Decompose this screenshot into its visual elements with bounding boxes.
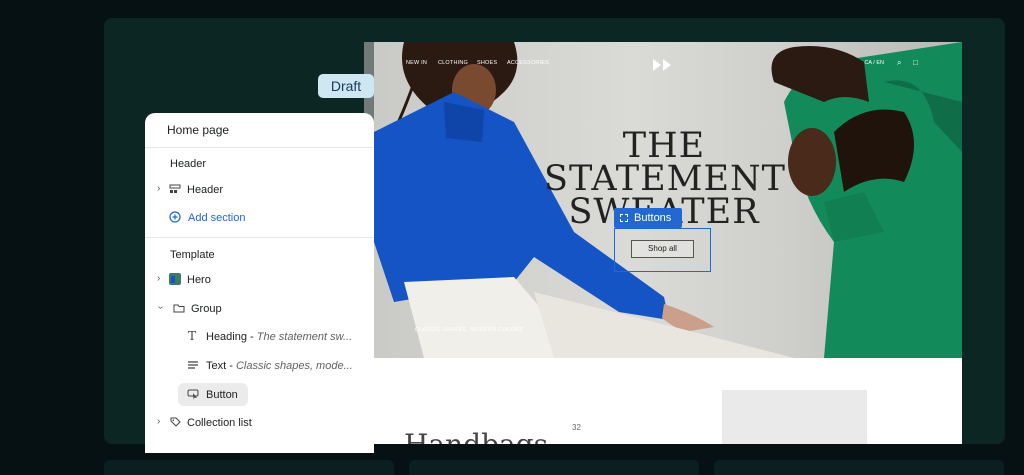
hero-thumbnail-icon: [169, 273, 181, 285]
store-preview: NEW IN CLOTHING SHOES ACCESSORIES CA / E…: [364, 42, 962, 444]
bottom-card: [714, 460, 1004, 475]
block-detail: Classic shapes, mode...: [235, 360, 353, 372]
block-type-label: Heading -: [206, 331, 254, 343]
add-section-label: Add section: [188, 212, 246, 224]
editor-sidebar: Home page Header › Header Add section Te…: [145, 113, 374, 453]
sidebar-item-header[interactable]: › Header: [145, 180, 374, 200]
sidebar-item-label: Hero: [187, 274, 211, 286]
add-circle-icon: [169, 211, 181, 223]
sidebar-item-label: Button: [206, 389, 238, 401]
page-title: Home page: [167, 123, 230, 137]
locale-selector[interactable]: CA / EN: [864, 60, 884, 66]
chevron-down-icon[interactable]: ›: [155, 306, 166, 309]
paragraph-icon: [188, 361, 198, 369]
nav-new-in[interactable]: NEW IN: [406, 60, 427, 66]
collection-count: 32: [572, 423, 581, 432]
sidebar-item-label: Heading - The statement sw...: [206, 331, 352, 343]
chevron-right-icon[interactable]: ›: [157, 416, 160, 427]
hero-banner: NEW IN CLOTHING SHOES ACCESSORIES CA / E…: [364, 42, 962, 358]
bottom-card: [409, 460, 699, 475]
nav-clothing[interactable]: CLOTHING: [438, 60, 468, 66]
divider: [145, 237, 374, 238]
section-heading-header: Header: [170, 158, 207, 170]
block-type-label: Text -: [206, 360, 233, 372]
search-icon[interactable]: ⌕: [897, 58, 901, 68]
sidebar-item-label: Collection list: [187, 417, 252, 429]
header-layout-icon: [169, 184, 181, 193]
chevron-right-icon[interactable]: ›: [157, 183, 160, 194]
divider: [145, 147, 374, 148]
sidebar-item-label: Header: [187, 184, 224, 196]
sidebar-item-label: Text - Classic shapes, mode...: [206, 360, 353, 372]
nav-shoes[interactable]: SHOES: [477, 60, 497, 66]
sidebar-item-button[interactable]: Button: [145, 385, 374, 405]
block-detail: The statement sw...: [256, 331, 353, 343]
add-section-button[interactable]: Add section: [145, 208, 374, 228]
sidebar-item-collection-list[interactable]: › Collection list: [145, 413, 374, 433]
product-image[interactable]: [722, 390, 867, 444]
nav-accessories[interactable]: ACCESSORIES: [507, 60, 549, 66]
select-icon: [620, 214, 628, 222]
collection-heading: Handbags: [404, 428, 548, 444]
collection-tag-icon: [170, 417, 181, 427]
shop-all-button[interactable]: Shop all: [631, 240, 694, 258]
hero-subtext: CLASSIC SHAPES, MODERN COLORS: [415, 327, 524, 333]
section-heading-template: Template: [170, 249, 215, 261]
sidebar-item-hero[interactable]: › Hero: [145, 270, 374, 290]
cart-icon[interactable]: □: [913, 58, 918, 67]
sidebar-item-text[interactable]: Text - Classic shapes, mode...: [145, 356, 374, 376]
sidebar-item-group[interactable]: › Group: [145, 299, 374, 319]
folder-icon: [173, 304, 185, 313]
selection-tag[interactable]: Buttons: [614, 208, 682, 228]
sidebar-item-heading[interactable]: T Heading - The statement sw...: [145, 327, 374, 347]
button-cursor-icon: [187, 389, 199, 400]
chevron-right-icon[interactable]: ›: [157, 273, 160, 284]
selection-tag-label: Buttons: [634, 212, 672, 224]
text-heading-icon: T: [188, 329, 197, 343]
bottom-card: [104, 460, 394, 475]
draft-badge: Draft: [318, 74, 374, 98]
sidebar-item-label: Group: [191, 303, 222, 315]
brand-logo[interactable]: [652, 58, 676, 72]
